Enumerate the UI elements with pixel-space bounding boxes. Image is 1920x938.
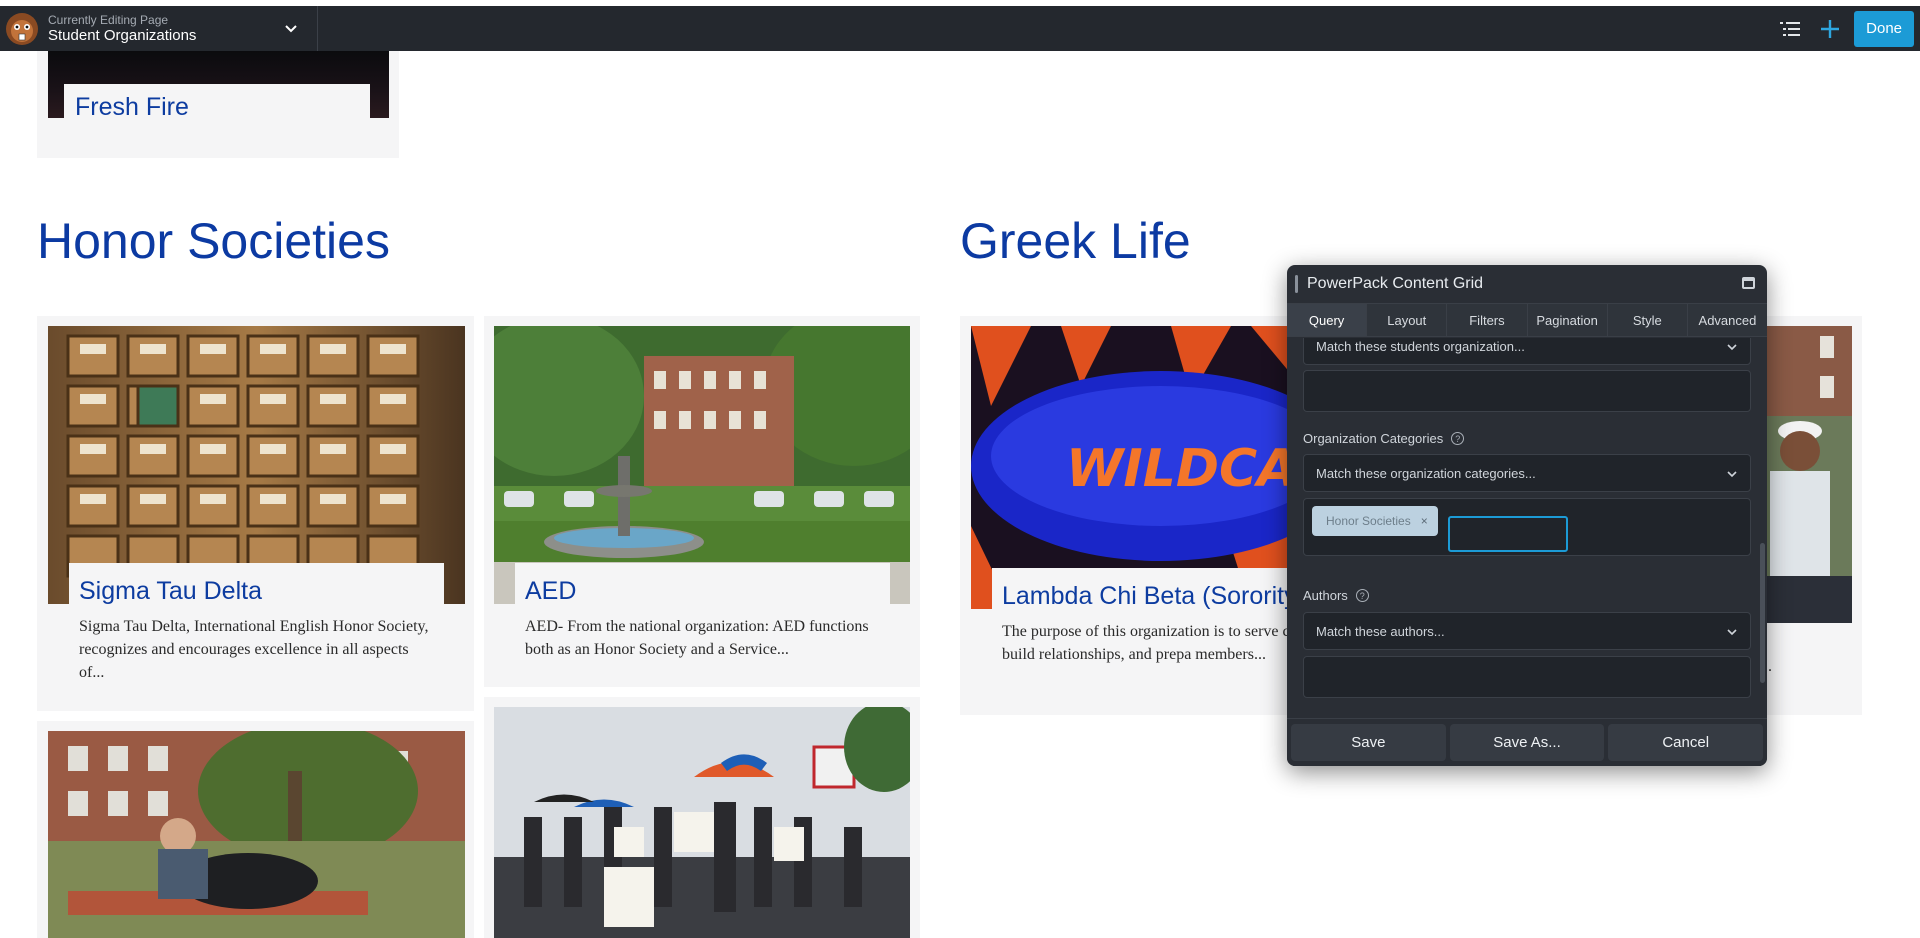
sigma-tau-delta-card[interactable]: Sigma Tau Delta Sigma Tau Delta, Interna…: [37, 316, 474, 711]
honor-societies-tag[interactable]: Honor Societies ×: [1312, 506, 1438, 536]
student-organization-select-value: Match these students organization...: [1316, 338, 1525, 354]
panel-title: PowerPack Content Grid: [1307, 275, 1484, 292]
authors-label: Authors ?: [1303, 588, 1369, 603]
tab-layout[interactable]: Layout: [1367, 304, 1448, 336]
panel-tabs: Query Layout Filters Pagination Style Ad…: [1287, 303, 1767, 337]
authors-tags-field[interactable]: [1303, 656, 1751, 698]
tag-search-input[interactable]: [1448, 516, 1568, 552]
honor-societies-heading: Honor Societies: [37, 213, 390, 269]
chevron-down-icon: [1727, 344, 1737, 351]
organization-categories-label: Organization Categories ?: [1303, 431, 1465, 446]
sigma-tau-delta-caption: Sigma Tau Delta Sigma Tau Delta, Interna…: [69, 563, 444, 701]
student-organization-tags-field[interactable]: [1303, 370, 1751, 412]
chevron-down-icon: [1727, 629, 1737, 636]
organization-categories-select[interactable]: Match these organization categories...: [1303, 454, 1751, 492]
fresh-fire-title[interactable]: Fresh Fire: [75, 93, 189, 122]
fresh-fire-caption: Fresh Fire: [64, 84, 370, 124]
drag-handle-icon[interactable]: [1295, 275, 1298, 293]
panel-body: Match these students organization... Org…: [1287, 338, 1767, 718]
greek-second-card-text-fragment: .: [1768, 658, 1772, 675]
aed-excerpt: AED- From the national organization: AED…: [525, 618, 869, 658]
editing-caption: Currently Editing Page: [48, 12, 169, 27]
student-table-card[interactable]: [37, 721, 474, 938]
page-title: Student Organizations: [48, 26, 197, 44]
student-organization-select[interactable]: Match these students organization...: [1303, 338, 1751, 365]
march-card[interactable]: [484, 697, 920, 938]
tab-style[interactable]: Style: [1608, 304, 1688, 336]
current-page-info[interactable]: Currently Editing Page Student Organizat…: [48, 13, 308, 45]
builder-top-bar: Currently Editing Page Student Organizat…: [0, 6, 1920, 51]
chevron-down-icon[interactable]: [282, 19, 300, 37]
lambda-chi-beta-caption: Lambda Chi Beta (Sorority) The purpose o…: [992, 568, 1358, 700]
panel-footer: Save Save As... Cancel: [1287, 718, 1767, 766]
beaver-logo-icon[interactable]: [0, 6, 44, 51]
aed-card[interactable]: AED AED- From the national organization:…: [484, 316, 920, 687]
chevron-down-icon: [1727, 471, 1737, 478]
page-canvas: Fresh Fire Honor Societies Sigma Tau Del…: [0, 0, 1920, 938]
aed-title[interactable]: AED: [525, 577, 576, 606]
aed-caption: AED AED- From the national organization:…: [515, 563, 890, 673]
content-grid-settings-panel: PowerPack Content Grid Query Layout Filt…: [1287, 265, 1767, 766]
sigma-tau-delta-excerpt: Sigma Tau Delta, International English H…: [79, 618, 429, 681]
march-image: [494, 707, 910, 938]
help-icon[interactable]: ?: [1451, 432, 1465, 445]
sigma-tau-delta-title[interactable]: Sigma Tau Delta: [79, 577, 262, 606]
authors-label-text: Authors: [1303, 588, 1348, 603]
help-icon[interactable]: ?: [1355, 589, 1369, 602]
wildcats-image-text: WILDCATS: [1066, 439, 1301, 499]
organization-categories-select-value: Match these organization categories...: [1316, 465, 1536, 481]
done-button[interactable]: Done: [1854, 10, 1914, 47]
organization-categories-label-text: Organization Categories: [1303, 431, 1444, 446]
cancel-button[interactable]: Cancel: [1608, 724, 1764, 761]
tag-label: Honor Societies: [1326, 514, 1411, 528]
tab-pagination[interactable]: Pagination: [1528, 304, 1608, 336]
remove-tag-icon[interactable]: ×: [1421, 514, 1428, 528]
student-table-image: [48, 731, 465, 938]
topbar-actions: Done: [1770, 6, 1920, 51]
panel-scrollbar[interactable]: [1760, 543, 1765, 683]
add-plus-icon[interactable]: [1810, 6, 1850, 51]
save-button[interactable]: Save: [1291, 724, 1446, 761]
tab-filters[interactable]: Filters: [1447, 304, 1528, 336]
authors-select-value: Match these authors...: [1316, 623, 1445, 639]
lambda-chi-beta-title[interactable]: Lambda Chi Beta (Sorority): [1002, 582, 1305, 611]
greek-life-heading: Greek Life: [960, 213, 1191, 269]
tab-advanced[interactable]: Advanced: [1688, 304, 1767, 336]
save-as-button[interactable]: Save As...: [1449, 724, 1605, 761]
tab-query[interactable]: Query: [1287, 304, 1368, 336]
topbar-divider: [317, 6, 318, 51]
lambda-chi-beta-image: WILDCATS: [971, 326, 1301, 609]
fresh-fire-card[interactable]: Fresh Fire: [37, 51, 399, 158]
authors-select[interactable]: Match these authors...: [1303, 612, 1751, 650]
organization-categories-tags-field[interactable]: Honor Societies ×: [1303, 498, 1751, 556]
greek-second-card-image: [1760, 326, 1852, 623]
outline-list-icon[interactable]: [1770, 6, 1810, 51]
maximize-icon[interactable]: [1742, 277, 1755, 289]
panel-header[interactable]: PowerPack Content Grid: [1287, 265, 1767, 303]
